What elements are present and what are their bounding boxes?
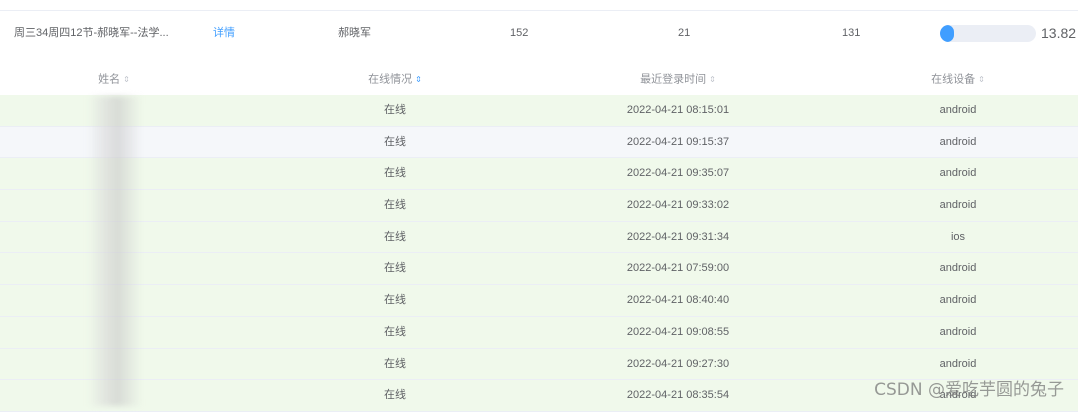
table-row[interactable]: 在线 2022-04-21 08:15:01 android <box>0 95 1078 127</box>
last-login-cell: 2022-04-21 07:59:00 <box>626 262 730 275</box>
last-login-cell: 2022-04-21 08:15:01 <box>626 104 730 116</box>
column-header-status[interactable]: 在线情况 ⇕ <box>228 64 562 95</box>
status-cell: 在线 <box>384 262 406 275</box>
status-cell: 在线 <box>384 135 406 148</box>
last-login-cell: 2022-04-21 09:27:30 <box>626 357 730 370</box>
sort-icon[interactable]: ⇕ <box>123 75 130 84</box>
table-row[interactable]: 在线 2022-04-21 09:33:02 android <box>0 190 1078 222</box>
status-cell: 在线 <box>384 325 406 338</box>
last-login-cell: 2022-04-21 09:08:55 <box>626 325 730 338</box>
last-login-cell: 2022-04-21 08:35:54 <box>626 389 730 402</box>
table-header: 姓名 ⇕ 在线情况 ⇕ 最近登录时间 ⇕ 在线设备 ⇕ <box>0 64 1078 95</box>
table-body: 在线 2022-04-21 08:15:01 android 在线 2022-04-21… <box>0 95 1078 412</box>
teacher-name: 郝晓军 <box>338 27 371 39</box>
last-login-cell: 2022-04-21 09:33:02 <box>626 199 730 212</box>
table-row[interactable]: 在线 2022-04-21 09:31:34 ios <box>0 221 1078 254</box>
table-row[interactable]: 在线 2022-04-21 09:15:37 android <box>0 126 1078 159</box>
device-cell: android <box>939 325 977 338</box>
table-row[interactable]: 在线 2022-04-21 08:40:40 android <box>0 285 1078 317</box>
column-header-last-login[interactable]: 最近登录时间 ⇕ <box>562 64 794 95</box>
device-cell: android <box>939 262 977 275</box>
column-header-status-label: 在线情况 <box>368 73 413 86</box>
device-cell: android <box>939 294 977 307</box>
sort-icon[interactable]: ⇕ <box>709 75 716 84</box>
status-cell: 在线 <box>384 389 406 402</box>
device-cell: android <box>939 167 977 180</box>
last-login-cell: 2022-04-21 09:35:07 <box>626 167 730 180</box>
column-header-device-label: 在线设备 <box>931 73 976 86</box>
online-rate-text: 13.82 <box>1041 25 1077 41</box>
watermark: CSDN @爱吃芋圆的兔子 <box>874 380 1064 400</box>
online-count: 21 <box>678 27 691 39</box>
course-summary-row: 周三34周四12节-郝晓军--法学... 详情 郝晓军 152 21 131 1… <box>0 10 1078 55</box>
last-login-cell: 2022-04-21 09:31:34 <box>626 230 730 243</box>
table-row[interactable]: 在线 2022-04-21 09:35:07 android <box>0 158 1078 191</box>
table-row[interactable]: 在线 2022-04-21 07:59:00 android <box>0 253 1078 286</box>
online-rate-progress <box>940 25 1036 42</box>
device-cell: ios <box>950 230 966 243</box>
status-cell: 在线 <box>384 294 406 307</box>
column-header-device[interactable]: 在线设备 ⇕ <box>838 64 1078 95</box>
last-login-cell: 2022-04-21 08:40:40 <box>626 294 730 307</box>
total-count: 152 <box>510 27 529 39</box>
status-cell: 在线 <box>384 104 406 116</box>
online-rate-progress-fill <box>940 25 954 42</box>
name-column-redaction <box>88 96 142 406</box>
course-name: 周三34周四12节-郝晓军--法学... <box>14 27 169 39</box>
last-login-cell: 2022-04-21 09:15:37 <box>626 135 730 148</box>
table-row[interactable]: 在线 2022-04-21 09:08:55 android <box>0 316 1078 349</box>
status-cell: 在线 <box>384 230 406 243</box>
device-cell: android <box>939 104 977 116</box>
detail-link[interactable]: 详情 <box>213 11 235 55</box>
status-cell: 在线 <box>384 199 406 212</box>
sort-icon[interactable]: ⇕ <box>978 75 985 84</box>
status-cell: 在线 <box>384 167 406 180</box>
column-header-name[interactable]: 姓名 ⇕ <box>0 64 228 95</box>
column-header-last-login-label: 最近登录时间 <box>640 73 707 86</box>
device-cell: android <box>939 199 977 212</box>
device-cell: android <box>939 135 977 148</box>
status-cell: 在线 <box>384 357 406 370</box>
student-online-table: 姓名 ⇕ 在线情况 ⇕ 最近登录时间 ⇕ 在线设备 ⇕ 在线 2022-04-21 08:… <box>0 64 1078 412</box>
sort-active-icon[interactable]: ⇕ <box>415 75 422 84</box>
offline-count: 131 <box>842 27 861 39</box>
column-header-name-label: 姓名 <box>98 73 121 86</box>
